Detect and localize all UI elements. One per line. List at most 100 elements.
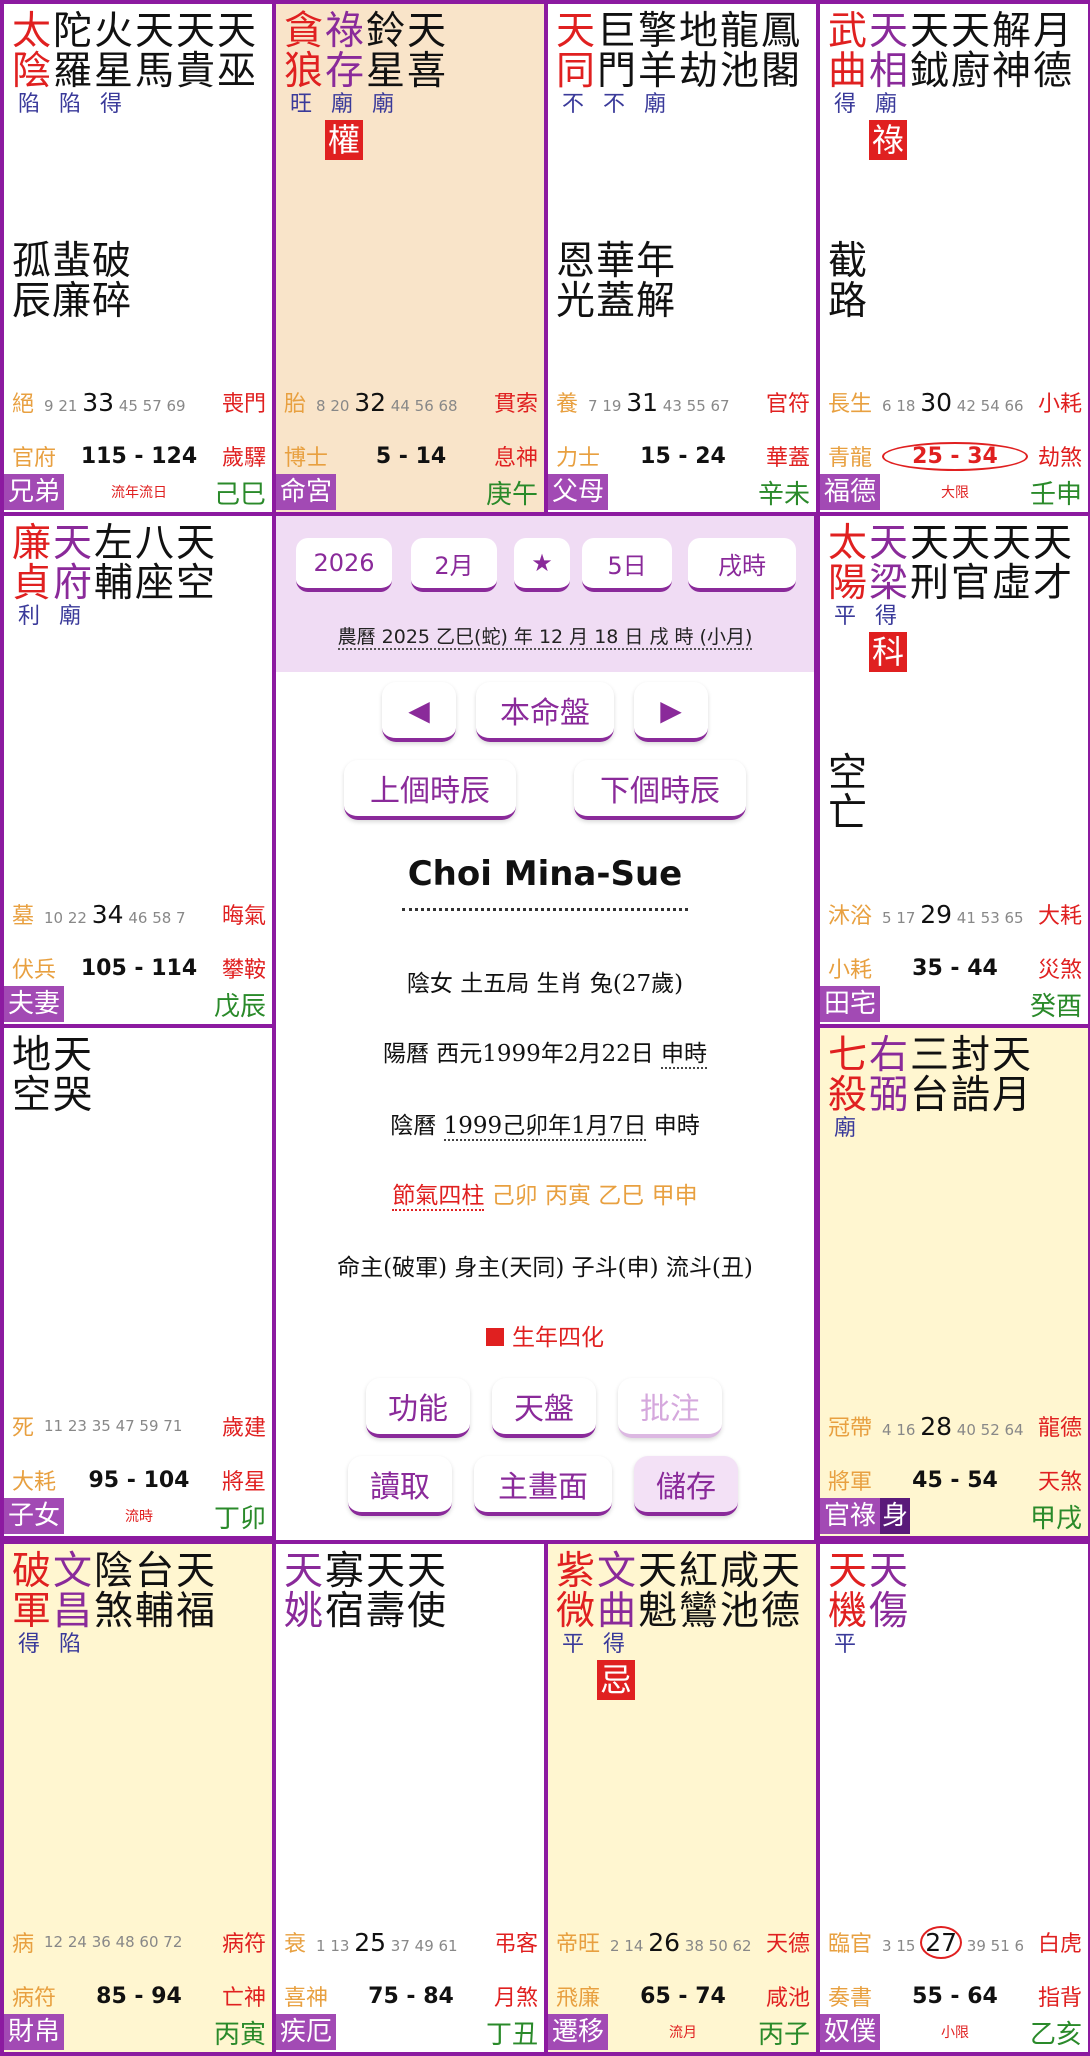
- star[interactable]: 鈴星廟: [366, 12, 407, 160]
- palace-name[interactable]: 財帛: [4, 2014, 65, 2050]
- star[interactable]: 右弼: [869, 1036, 910, 1142]
- major-star[interactable]: 貪狼旺: [284, 12, 325, 160]
- star[interactable]: 天鉞: [910, 12, 951, 160]
- major-star[interactable]: 武曲得: [828, 12, 869, 160]
- prev-hour-button[interactable]: 上個時辰: [344, 760, 516, 820]
- birth-year-sihua-toggle[interactable]: 生年四化: [276, 1318, 814, 1352]
- palace-yin[interactable]: 破軍得文昌陷陰煞台輔天福病 12 24 36 48 60 72 病符 病符 85 - …: [4, 1544, 272, 2052]
- palace-hai[interactable]: 天機平天傷臨官 3 15 27 39 51 6 白虎 奏書 55 - 64 指背 奴僕 小限 乙…: [820, 1544, 1088, 2052]
- palace-chen[interactable]: 廉貞利天府廟左輔八座天空墓 10 22 34 46 58 7 晦氣 伏兵 105 - 1…: [4, 516, 272, 1024]
- palace-chou[interactable]: 天姚寡宿天壽天使衰 1 13 25 37 49 61 弔客 喜神 75 - 84 月煞 疾厄…: [276, 1544, 544, 2052]
- star[interactable]: 龍池: [720, 12, 761, 118]
- palace-mao[interactable]: 地空天哭死 11 23 35 47 59 71 歲建 大耗 95 - 104 將星 子女 流…: [4, 1028, 272, 1536]
- palace-name[interactable]: 田宅: [820, 986, 881, 1022]
- palace-zi[interactable]: 紫微平文曲得忌天魁紅鸞咸池天德帝旺 2 14 26 38 50 62 天德 飛廉 65 …: [548, 1544, 816, 2052]
- next-button[interactable]: ▶: [634, 682, 708, 742]
- star[interactable]: 地空: [12, 1036, 53, 1116]
- function-button[interactable]: 功能: [366, 1378, 470, 1438]
- palace-si[interactable]: 太陰陷陀羅陷火星得天馬天貴天巫孤辰蜚廉破碎絕 9 21 33 45 57 69 喪門…: [4, 4, 272, 512]
- palace-name[interactable]: 夫妻: [4, 986, 65, 1022]
- star[interactable]: 地劫: [679, 12, 720, 118]
- star[interactable]: 天府廟: [53, 524, 94, 630]
- star[interactable]: 火星得: [94, 12, 135, 118]
- star[interactable]: 天福: [176, 1552, 217, 1658]
- star[interactable]: 天刑: [910, 524, 951, 672]
- star-button[interactable]: ★: [514, 538, 570, 592]
- star[interactable]: 寡宿: [325, 1552, 366, 1632]
- star[interactable]: 天魁: [638, 1552, 679, 1700]
- hour-select[interactable]: 戌時: [688, 538, 796, 592]
- major-star[interactable]: 天同不: [556, 12, 597, 118]
- star[interactable]: 左輔: [94, 524, 135, 630]
- star[interactable]: 紅鸞: [679, 1552, 720, 1700]
- day-select[interactable]: 5日: [582, 538, 672, 592]
- star[interactable]: 陀羅陷: [53, 12, 94, 118]
- major-star[interactable]: 廉貞利: [12, 524, 53, 630]
- star[interactable]: 天官: [951, 524, 992, 672]
- star[interactable]: 天廚: [951, 12, 992, 160]
- major-star[interactable]: 紫微平: [556, 1552, 597, 1700]
- star[interactable]: 文昌陷: [53, 1552, 94, 1658]
- read-button[interactable]: 讀取: [348, 1456, 452, 1516]
- star[interactable]: 封誥: [951, 1036, 992, 1142]
- star[interactable]: 擎羊廟: [638, 12, 679, 118]
- star[interactable]: 天貴: [176, 12, 217, 118]
- star[interactable]: 月德: [1033, 12, 1074, 160]
- palace-xu[interactable]: 七殺廟右弼三台封誥天月冠帶 4 16 28 40 52 64 龍德 將軍 45 - 54…: [820, 1028, 1088, 1536]
- palace-name[interactable]: 兄弟: [4, 474, 65, 510]
- brightness-label: 廟: [644, 92, 667, 117]
- palace-name[interactable]: 遷移: [548, 2014, 609, 2050]
- star[interactable]: 天月: [992, 1036, 1033, 1142]
- star[interactable]: 天相廟祿: [869, 12, 910, 160]
- star[interactable]: 天巫: [217, 12, 258, 118]
- star[interactable]: 解神: [992, 12, 1033, 160]
- star[interactable]: 巨門不: [597, 12, 638, 118]
- palace-name[interactable]: 命宮: [276, 474, 337, 510]
- natal-chart-button[interactable]: 本命盤: [476, 682, 614, 742]
- palace-name[interactable]: 官祿: [820, 1498, 881, 1534]
- star[interactable]: 咸池: [720, 1552, 761, 1700]
- save-button[interactable]: 儲存: [634, 1456, 738, 1516]
- palace-shen[interactable]: 武曲得天相廟祿天鉞天廚解神月德截路長生 6 18 30 42 54 66 小耗 青龍 2…: [820, 4, 1088, 512]
- month-select[interactable]: 2月: [411, 538, 497, 592]
- star[interactable]: 天虛: [992, 524, 1033, 672]
- star[interactable]: 天梁得科: [869, 524, 910, 672]
- major-star[interactable]: 破軍得: [12, 1552, 53, 1658]
- star[interactable]: 天才: [1033, 524, 1074, 672]
- star[interactable]: 台輔: [135, 1552, 176, 1658]
- star[interactable]: 祿存廟權: [325, 12, 366, 160]
- major-star[interactable]: 七殺廟: [828, 1036, 869, 1142]
- sky-chart-button[interactable]: 天盤: [492, 1378, 596, 1438]
- prev-button[interactable]: ◀: [382, 682, 456, 742]
- star[interactable]: 天馬: [135, 12, 176, 118]
- palace-name[interactable]: 子女: [4, 1498, 65, 1534]
- palace-name[interactable]: 福德: [820, 474, 881, 510]
- major-star[interactable]: 太陽平: [828, 524, 869, 672]
- palace-wei[interactable]: 天同不巨門不擎羊廟地劫龍池鳳閣恩光華蓋年解養 7 19 31 43 55 67 官符…: [548, 4, 816, 512]
- star[interactable]: 鳳閣: [761, 12, 802, 118]
- star[interactable]: 陰煞: [94, 1552, 135, 1658]
- star[interactable]: 天哭: [53, 1036, 94, 1116]
- star[interactable]: 天喜: [407, 12, 448, 160]
- star[interactable]: 天德: [761, 1552, 802, 1700]
- year-select[interactable]: 2026: [296, 538, 392, 592]
- star[interactable]: 文曲得忌: [597, 1552, 638, 1700]
- palace-you[interactable]: 太陽平天梁得科天刑天官天虛天才空亡沐浴 5 17 29 41 53 65 大耗 小耗 3…: [820, 516, 1088, 1024]
- palace-name[interactable]: 奴僕: [820, 2014, 881, 2050]
- star[interactable]: 天傷: [869, 1552, 910, 1658]
- star[interactable]: 天姚: [284, 1552, 325, 1632]
- major-star[interactable]: 天機平: [828, 1552, 869, 1658]
- star[interactable]: 天空: [176, 524, 217, 630]
- next-hour-button[interactable]: 下個時辰: [574, 760, 746, 820]
- star[interactable]: 三台: [910, 1036, 951, 1142]
- palace-name[interactable]: 父母: [548, 474, 609, 510]
- star[interactable]: 天使: [407, 1552, 448, 1632]
- main-screen-button[interactable]: 主畫面: [474, 1456, 612, 1516]
- jieqi-link[interactable]: 節氣四柱: [392, 1183, 485, 1211]
- star[interactable]: 八座: [135, 524, 176, 630]
- palace-name[interactable]: 疾厄: [276, 2014, 337, 2050]
- star[interactable]: 天壽: [366, 1552, 407, 1632]
- note-button[interactable]: 批注: [618, 1378, 722, 1438]
- major-star[interactable]: 太陰陷: [12, 12, 53, 118]
- palace-wu[interactable]: 貪狼旺祿存廟權鈴星廟天喜胎 8 20 32 44 56 68 貫索 博士 5 - 14 息…: [276, 4, 544, 512]
